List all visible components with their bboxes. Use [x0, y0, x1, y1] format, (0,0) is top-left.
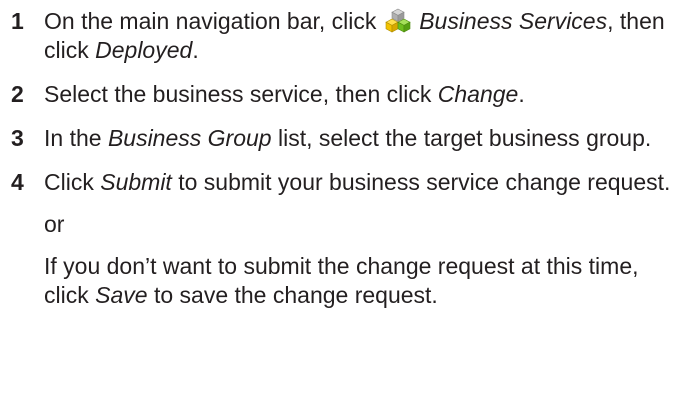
step-text: Click: [44, 169, 101, 195]
ui-term-save: Save: [95, 282, 148, 308]
alternative-instruction: If you don’t want to submit the change r…: [11, 252, 676, 310]
ui-term-business-group: Business Group: [107, 125, 272, 151]
step-text: Select the business service, then click: [44, 81, 438, 107]
ui-term-business-services: Business Services: [419, 8, 608, 34]
step-number: 1: [11, 8, 24, 34]
ui-term-deployed: Deployed: [95, 37, 193, 63]
step-text: In the: [44, 125, 108, 151]
procedure-steps: 1 On the main navigation bar, click Busi…: [11, 7, 676, 310]
step-2: 2 Select the business service, then clic…: [11, 80, 676, 109]
ui-term-submit: Submit: [100, 169, 172, 195]
or-separator: or: [44, 211, 65, 237]
step-text: to submit your business service change r…: [171, 169, 671, 195]
step-text: .: [518, 81, 525, 107]
step-1: 1 On the main navigation bar, click Busi…: [11, 7, 676, 65]
step-text: to save the change request.: [147, 282, 438, 308]
step-number: 2: [11, 81, 24, 107]
step-text: .: [192, 37, 199, 63]
step-number: 4: [11, 169, 24, 195]
business-services-cubes-icon: [385, 8, 411, 34]
ui-term-change: Change: [437, 81, 519, 107]
step-text: On the main navigation bar, click: [44, 8, 383, 34]
step-number: 3: [11, 125, 24, 151]
step-text: list, select the target business group.: [271, 125, 652, 151]
step-4: 4 Click Submit to submit your business s…: [11, 168, 676, 197]
step-3: 3 In the Business Group list, select the…: [11, 124, 676, 153]
